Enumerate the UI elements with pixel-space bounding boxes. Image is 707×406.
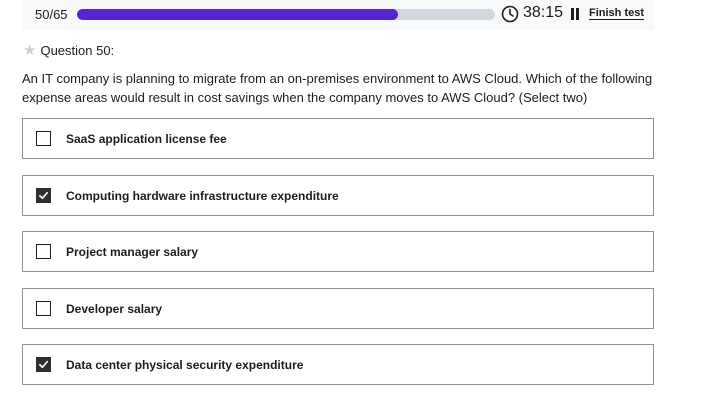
checkbox[interactable]	[36, 131, 51, 146]
answer-option[interactable]: Developer salary	[22, 288, 654, 329]
test-progress-bar: 50/65 38:15 Finish test	[22, 0, 654, 30]
answer-option-label: Developer salary	[66, 302, 163, 316]
answer-option-label: Computing hardware infrastructure expend…	[66, 189, 339, 203]
checkbox-checked[interactable]	[36, 188, 51, 203]
checkbox[interactable]	[36, 301, 51, 316]
answer-option-label: SaaS application license fee	[66, 132, 227, 146]
answer-option[interactable]: Computing hardware infrastructure expend…	[22, 175, 654, 216]
star-icon[interactable]: ★	[23, 43, 36, 58]
progress-count: 50/65	[35, 7, 68, 22]
pause-icon[interactable]	[570, 8, 580, 20]
checkbox-checked[interactable]	[36, 357, 51, 372]
answer-option-label: Data center physical security expenditur…	[66, 358, 304, 372]
answer-option[interactable]: Project manager salary	[22, 231, 654, 272]
checkmark-icon	[39, 191, 48, 200]
progress-fill	[77, 9, 399, 20]
answer-option-label: Project manager salary	[66, 245, 199, 259]
checkmark-icon	[39, 360, 48, 369]
question-number: Question 50:	[40, 43, 115, 58]
timer-value: 38:15	[523, 4, 564, 21]
question-prompt: An IT company is planning to migrate fro…	[22, 71, 653, 105]
checkbox[interactable]	[36, 244, 51, 259]
answer-option[interactable]: Data center physical security expenditur…	[22, 344, 654, 385]
finish-test-button[interactable]: Finish test	[589, 7, 644, 19]
progress-track	[77, 9, 495, 20]
answer-option[interactable]: SaaS application license fee	[22, 118, 654, 159]
question-header: ★ Question 50:	[23, 43, 114, 58]
clock-icon	[501, 5, 519, 23]
